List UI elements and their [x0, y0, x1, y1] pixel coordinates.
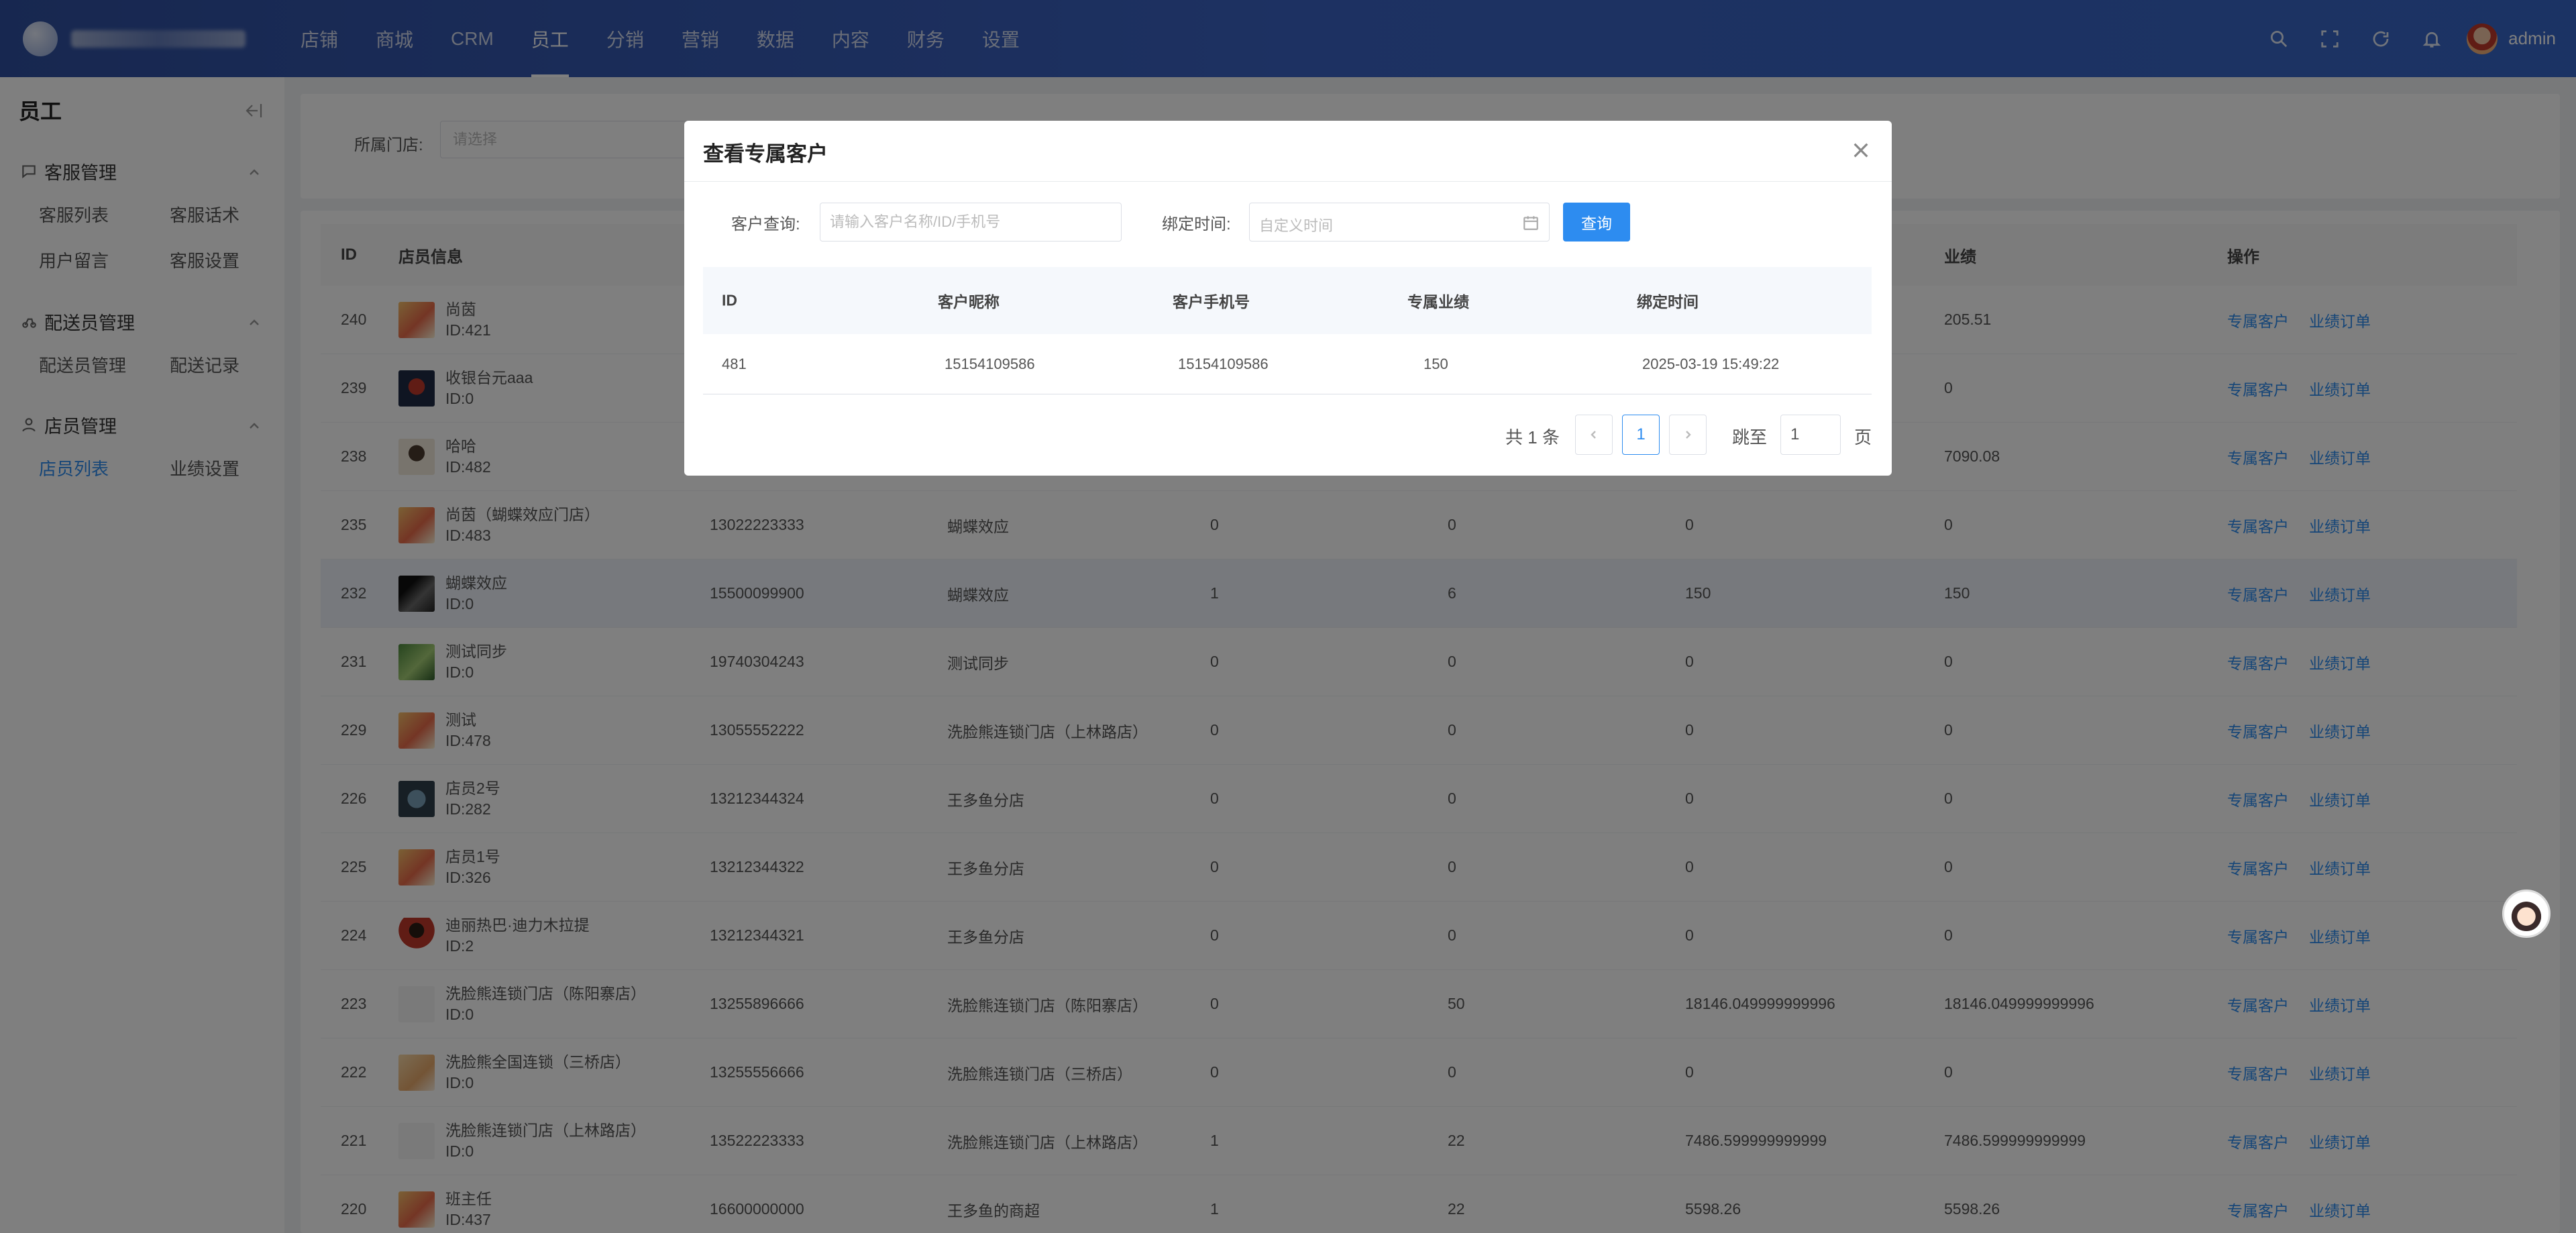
next-page-button[interactable] [1669, 415, 1707, 455]
query-button[interactable]: 查询 [1563, 203, 1630, 242]
customer-query-label: 客户查询: [731, 215, 800, 233]
customer-table-header: ID 客户昵称 客户手机号 专属业绩 绑定时间 [703, 267, 1872, 334]
modal-divider [684, 181, 1892, 182]
prev-page-button[interactable] [1575, 415, 1613, 455]
customer-table: ID 客户昵称 客户手机号 专属业绩 绑定时间 481 15154109586 … [703, 267, 1872, 394]
customer-nickname: 15154109586 [945, 355, 1035, 372]
pagination: 共 1 条 1 跳至 页 [684, 415, 1892, 456]
modal-title: 查看专属客户 [703, 142, 828, 166]
customer-phone: 15154109586 [1178, 355, 1269, 372]
header-exclusive-performance: 专属业绩 [1407, 293, 1469, 311]
header-customer-phone: 客户手机号 [1173, 293, 1250, 311]
page-unit-label: 页 [1854, 427, 1872, 447]
jump-to-label: 跳至 [1732, 427, 1768, 447]
chevron-left-icon [1591, 431, 1596, 439]
pagination-total: 共 1 条 [1505, 427, 1560, 447]
header-customer-nickname: 客户昵称 [938, 293, 1000, 311]
floating-support-avatar[interactable] [2502, 890, 2551, 938]
customer-bind-time: 2025-03-19 15:49:22 [1642, 355, 1780, 372]
chevron-right-icon [1686, 431, 1691, 439]
page-number-button[interactable]: 1 [1622, 415, 1660, 455]
header-bind-time: 绑定时间 [1637, 293, 1699, 311]
bind-time-date-picker[interactable]: 自定义时间 [1249, 203, 1550, 242]
calendar-icon [1522, 214, 1540, 231]
exclusive-customers-modal: 查看专属客户 客户查询: 绑定时间: 自定义时间 查询 ID 客户昵称 客户手机… [684, 121, 1892, 476]
date-picker-placeholder: 自定义时间 [1259, 217, 1334, 234]
close-icon[interactable] [1850, 140, 1872, 161]
customer-query-input[interactable] [820, 203, 1122, 242]
bind-time-label: 绑定时间: [1162, 215, 1231, 233]
customer-id: 481 [722, 355, 747, 372]
support-avatar-icon [2509, 896, 2544, 931]
jump-page-input[interactable] [1780, 415, 1841, 455]
customer-performance: 150 [1424, 355, 1448, 372]
table-row: 481 15154109586 15154109586 150 2025-03-… [703, 334, 1872, 394]
header-customer-id: ID [722, 291, 737, 309]
